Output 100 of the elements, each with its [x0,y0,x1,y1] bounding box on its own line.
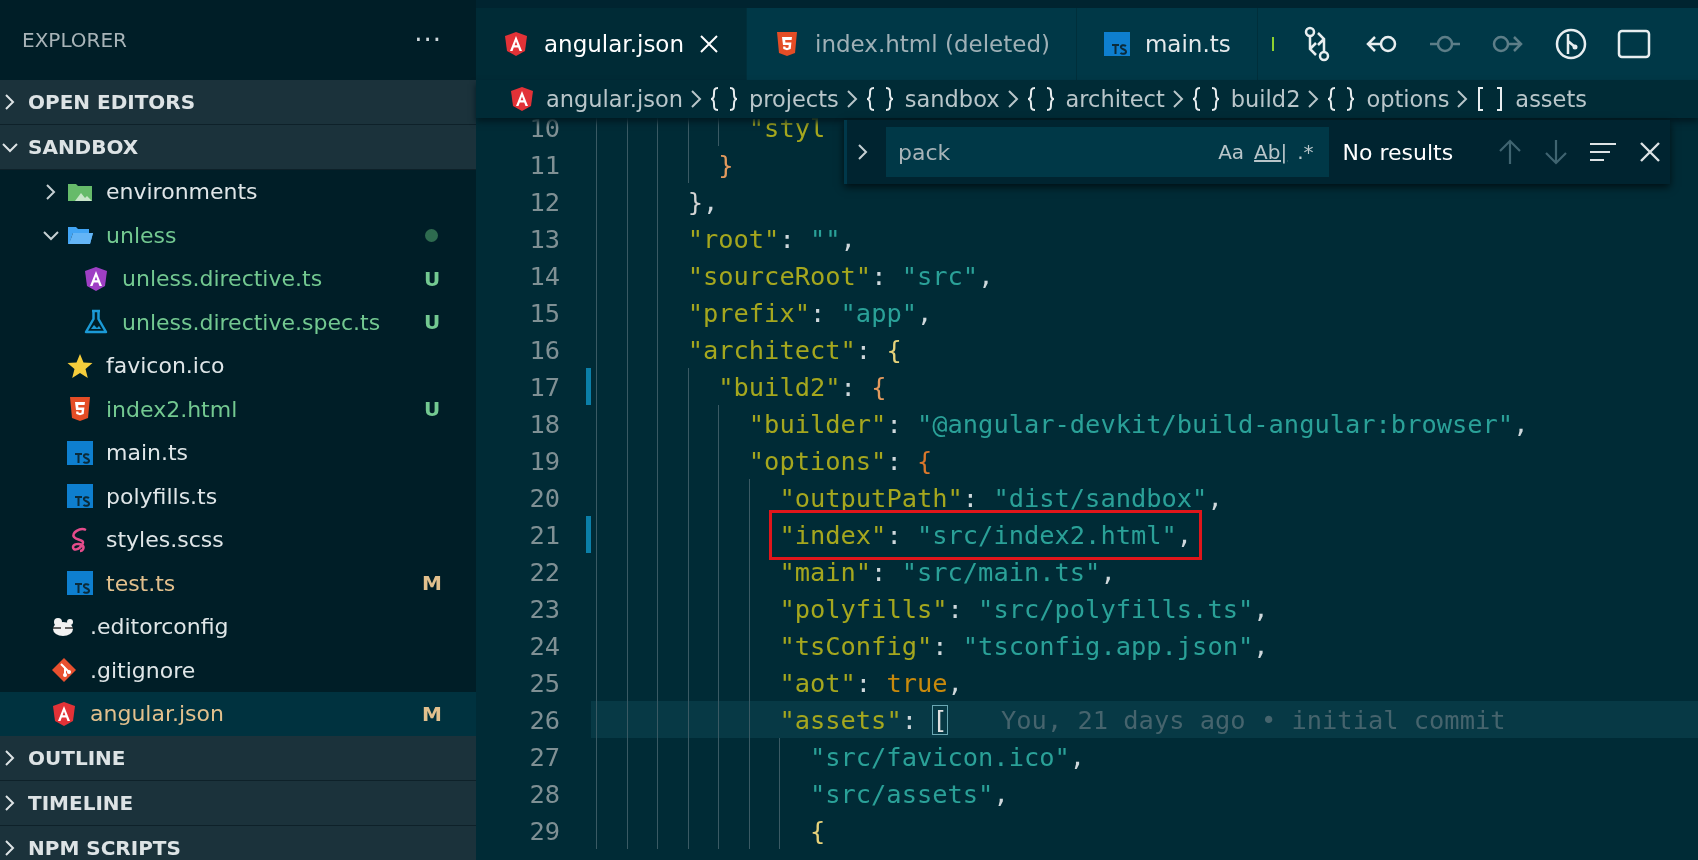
code-token: { [916,445,933,476]
code-token: , [1253,593,1269,624]
typescript-icon [66,482,94,511]
tree-item[interactable]: unless.directive.spec.ts U [0,300,476,344]
angular-icon [508,85,536,113]
more-actions-button[interactable]: ··· [414,25,442,55]
code-token: "build2" [718,371,841,402]
git-status: U [422,266,442,291]
find-option-toggle[interactable]: Ab| [1249,138,1293,166]
file-name: main.ts [106,440,190,466]
section-title: OPEN EDITORS [28,90,196,114]
angular-icon [502,30,530,58]
line-number: 16 [528,334,560,365]
code-token: , [1100,556,1116,587]
code-token: "options" [748,445,887,476]
breadcrumb-item[interactable]: angular.json [546,86,683,112]
code-token: "polyfills" [779,593,948,624]
line-number: 27 [528,741,560,772]
breadcrumb-item[interactable]: options [1366,86,1450,112]
section-title: SANDBOX [28,135,139,159]
angular-icon [50,699,78,728]
file-name: styles.scss [106,527,225,553]
find-option-toggle[interactable]: Aa [1213,138,1250,166]
editor-tab[interactable]: angular.json [476,8,747,80]
code-token: : [810,297,827,328]
tree-item[interactable]: unless [0,213,476,257]
code-token: : [901,704,918,735]
code-token: "app" [840,297,917,328]
code-token: : [871,260,888,291]
line-number: 28 [528,778,560,809]
line-number: 13 [528,223,560,254]
code-token: "dist/sandbox" [993,482,1208,513]
code-token: "root" [687,223,780,254]
code-token: : [886,519,903,550]
line-number: 22 [528,556,560,587]
section-header[interactable]: OUTLINE [0,735,476,781]
code-token: : [855,667,873,698]
typescript-icon [66,569,94,598]
code-token: "tsConfig" [779,630,933,661]
file-name: unless.directive.ts [122,266,324,292]
line-number: 11 [528,149,560,180]
tree-item[interactable]: main.ts [0,431,476,475]
line-number: 25 [528,667,560,698]
section-header[interactable]: NPM SCRIPTS [0,825,476,860]
git-status: M [421,571,443,596]
line-number: 10 [528,118,560,143]
breadcrumb-item[interactable]: architect [1065,86,1165,112]
tree-item[interactable]: styles.scss [0,518,476,562]
breadcrumb-item[interactable]: sandbox [904,86,1000,112]
typescript-icon [66,438,94,467]
code-token: , [993,778,1009,809]
file-name: angular.json [90,701,225,727]
line-number: 14 [528,260,560,291]
code-token: , [1069,741,1086,772]
chevron-right-icon [688,88,703,110]
code-token: : [855,334,873,365]
braces-icon [1025,86,1056,112]
code-token: "src/favicon.ico" [809,741,1070,772]
section-header[interactable]: OPEN EDITORS [0,80,476,125]
breadcrumb-item[interactable]: projects [748,86,839,112]
code-token: { [809,815,826,846]
code-token: } [718,149,734,180]
tree-item[interactable]: environments [0,170,476,214]
find-field[interactable]: pack Aa Ab| .* [885,127,1329,177]
tree-item[interactable]: test.ts M [0,561,476,605]
file-name: .gitignore [90,657,197,683]
code-token: "sourceRoot" [687,260,872,291]
code-token: "aot" [779,667,856,698]
line-number: 12 [528,186,560,217]
line-number: 24 [528,630,560,661]
code-token: "assets" [779,704,902,735]
code-token: "@angular-devkit/build-angular:browser" [916,408,1514,439]
tree-item[interactable]: angular.json M [0,692,476,736]
section-header[interactable]: SANDBOX [0,125,476,170]
code-token: : [871,556,888,587]
code-token: "prefix" [687,297,810,328]
line-number: 23 [528,593,560,624]
find-option-toggle[interactable]: .* [1292,138,1319,166]
code-token: , [947,667,963,698]
tree-item[interactable]: .gitignore [0,648,476,692]
tree-item[interactable]: .editorconfig [0,605,476,649]
code-token: } [687,186,703,217]
breadcrumb-item[interactable]: build2 [1230,86,1301,112]
code-token: "index" [779,519,887,550]
close-icon[interactable] [698,33,720,55]
git-icon [50,656,78,685]
tree-item[interactable]: index2.html U [0,387,476,431]
section-header[interactable]: TIMELINE [0,780,476,826]
code-token: : [932,630,949,661]
code-token: : [886,408,903,439]
tree-item[interactable]: unless.directive.ts U [0,257,476,301]
code-token: "src/assets" [809,778,994,809]
code-token: , [1207,482,1223,513]
code-token: : [779,223,796,254]
file-name: environments [106,179,259,205]
tree-item[interactable]: polyfills.ts [0,474,476,518]
find-result-message: No results [1342,139,1454,165]
typescript-icon [1102,30,1131,58]
tree-item[interactable]: favicon.ico [0,344,476,388]
breadcrumb-item[interactable]: assets [1515,86,1587,112]
